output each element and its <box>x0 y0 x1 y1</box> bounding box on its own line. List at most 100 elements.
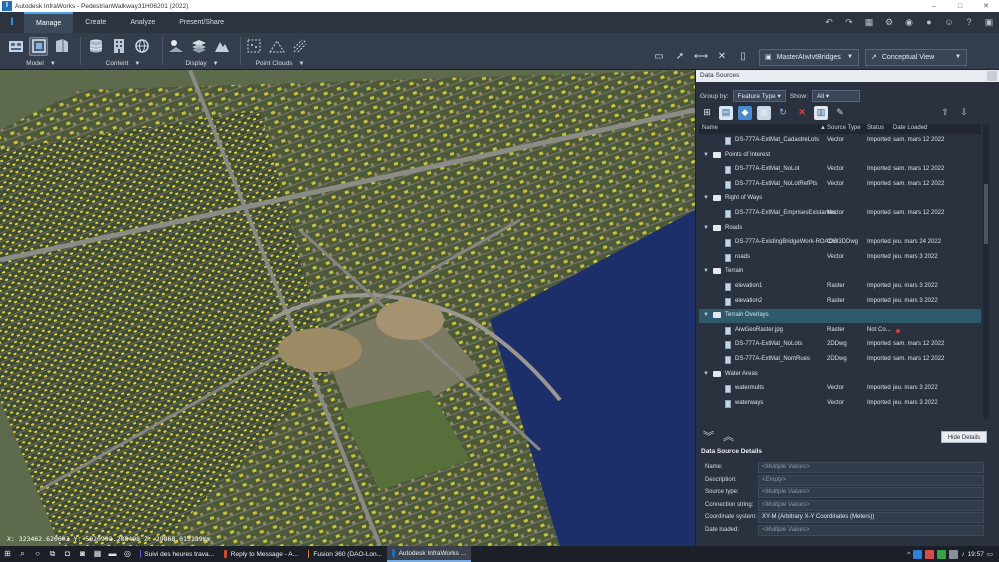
chevron-down-icon[interactable]: ▼ <box>298 61 304 67</box>
tab-present-share[interactable]: Present/Share <box>167 12 236 33</box>
tree-folder-row[interactable]: ▼ Water Areas <box>699 368 981 382</box>
chat-icon[interactable]: ◙ <box>75 546 90 562</box>
collapse-arrow-icon[interactable]: ▼ <box>703 312 709 318</box>
tray-overflow-icon[interactable]: ^ <box>907 551 910 558</box>
user-icon[interactable]: ☺ <box>939 12 959 33</box>
taskbar-app-button[interactable]: Fusion 360 (DAO-Lon... <box>303 546 387 562</box>
select-cursor-icon[interactable]: ➚ <box>671 48 689 66</box>
notifications-icon[interactable]: ▭ <box>987 550 993 558</box>
redo-icon[interactable]: ↷ <box>839 12 859 33</box>
visual-style-dropdown[interactable]: ↗ Conceptual View ▼ <box>865 48 967 66</box>
3d-viewport[interactable] <box>0 70 695 546</box>
windows-start-icon[interactable]: ⊞ <box>0 546 15 562</box>
maximize-button[interactable]: □ <box>947 3 973 10</box>
detail-value-field[interactable]: <Empty> <box>758 474 984 486</box>
help-icon[interactable]: ? <box>959 12 979 33</box>
antivirus-icon[interactable] <box>925 549 935 559</box>
detail-value-field[interactable]: <Multiple Values> <box>758 462 984 473</box>
refresh-icon[interactable]: ↻ <box>776 106 790 120</box>
collapse-arrow-icon[interactable]: ▼ <box>703 195 709 201</box>
properties-icon[interactable]: ▥ <box>814 105 828 120</box>
cortana-icon[interactable]: ○ <box>30 546 45 562</box>
update-icon[interactable] <box>937 549 947 559</box>
file-explorer-icon[interactable]: ▬ <box>105 546 120 562</box>
calculator-icon[interactable]: ▦ <box>90 546 105 562</box>
tree-item-row[interactable]: DS-777A-ExtMat_NoLotRefPts Vector Imported… <box>699 178 981 192</box>
terrain-icon[interactable] <box>212 37 231 56</box>
tab-manage[interactable]: Manage <box>24 12 74 33</box>
chevron-down-icon[interactable]: ▼ <box>50 61 56 67</box>
show-select[interactable]: All ▾ <box>811 90 860 102</box>
time-display[interactable]: 19:57 <box>968 551 984 558</box>
tree-folder-row[interactable]: ▼ Terrain Overlays <box>699 309 981 324</box>
undo-icon[interactable]: ↶ <box>819 12 839 33</box>
tree-item-row[interactable]: roads Vector Imported jeu. mars 3 2022 <box>699 251 981 265</box>
taskbar-app-button[interactable]: Suivi des heures trava... <box>135 546 219 562</box>
taskbar-app-button[interactable]: Reply to Message - A... <box>219 546 303 562</box>
collapse-arrow-icon[interactable]: ▼ <box>703 225 709 231</box>
database-icon[interactable] <box>86 37 105 56</box>
ribbon-group-label-display[interactable]: Display <box>185 60 206 67</box>
tree-folder-row[interactable]: ▼ Roads <box>699 222 981 236</box>
tree-item-row[interactable]: DS-777A-ExtMat_NoLot Vector Imported sam. m… <box>699 163 981 177</box>
tree-folder-row[interactable]: ▼ Points of Interest <box>699 149 981 163</box>
layers-icon[interactable] <box>189 37 208 56</box>
collapse-all-icon[interactable]: ︽ <box>723 428 734 444</box>
layout-icon[interactable]: ▦ <box>859 12 879 33</box>
ribbon-group-label-model[interactable]: Model <box>26 60 44 67</box>
measure-icon[interactable]: ⟷ <box>692 48 710 66</box>
tree-item-row[interactable]: DS-777A-ExtMat_NomRues 2DDwg Imported sam. … <box>699 353 981 367</box>
group-by-select[interactable]: Feature Type ▾ <box>732 90 786 102</box>
point-cloud-select-icon[interactable] <box>244 37 263 56</box>
model-properties-icon[interactable] <box>6 37 25 56</box>
tab-create[interactable]: Create <box>73 12 118 33</box>
teams-icon[interactable]: ◘ <box>60 546 75 562</box>
data-sources-icon[interactable] <box>29 36 48 56</box>
detail-value-field[interactable]: <Multiple Values> <box>758 487 984 498</box>
tree-item-row[interactable]: DS-777A-ExtMat_EmprisesExistantes Vector I… <box>699 207 981 221</box>
tree-item-row[interactable]: waterways Vector Imported jeu. mars 3 2022 <box>699 397 981 411</box>
point-cloud-modeling-icon[interactable] <box>290 37 309 56</box>
column-name[interactable]: Name <box>702 125 718 131</box>
close-button[interactable]: ✕ <box>973 2 999 10</box>
globe-content-icon[interactable] <box>132 37 151 56</box>
volume-icon[interactable]: ♪ <box>961 551 964 558</box>
detail-value-field[interactable]: XY-M (Arbitrary X-Y Coordinates (Meters)… <box>758 512 984 523</box>
detail-value-field[interactable]: <Multiple Values> <box>758 499 984 511</box>
ribbon-group-label-point-clouds[interactable]: Point Clouds <box>256 60 293 67</box>
duplicate-icon[interactable]: ▣ <box>757 105 771 120</box>
hide-details-button[interactable]: Hide Details <box>941 431 987 443</box>
delete-tool-icon[interactable]: ✕ <box>713 48 731 66</box>
sun-shadow-icon[interactable] <box>166 37 185 56</box>
tree-item-row[interactable]: DS-777A-ExtMat_CadastreLots Vector Importe… <box>699 134 981 148</box>
model-generator-icon[interactable]: ◆ <box>738 105 752 120</box>
taskbar-app-button[interactable]: Autodesk InfraWorks ... <box>387 546 471 562</box>
collapse-arrow-icon[interactable]: ▼ <box>703 268 709 274</box>
minimize-button[interactable]: – <box>921 3 947 10</box>
tree-item-row[interactable]: elevation2 Raster Imported jeu. mars 3 2022 <box>699 295 981 309</box>
tree-item-row[interactable]: AiwGeoRaster.jpg Raster Not Co... <box>699 324 981 338</box>
sort-ascending-icon[interactable]: ▲ <box>820 125 826 131</box>
point-cloud-terrain-icon[interactable] <box>267 37 286 56</box>
settings-gear-icon[interactable]: ⚙ <box>879 12 899 33</box>
account-menu-icon[interactable]: ▣ <box>979 12 999 33</box>
tree-folder-row[interactable]: ▼ Terrain <box>699 265 981 279</box>
model-explorer-icon[interactable] <box>52 37 71 56</box>
delete-source-icon[interactable]: ✕ <box>795 106 809 120</box>
tree-item-row[interactable]: DS-777A-ExtMat_NoLots 2DDwg Imported sam. m… <box>699 338 981 352</box>
proposal-dropdown[interactable]: ▣ MasterAIwIvtBridges ▼ <box>759 48 859 66</box>
panel-close-icon[interactable] <box>987 71 997 81</box>
display-monitor-icon[interactable]: ▭ <box>650 48 668 66</box>
community-icon[interactable]: ● <box>919 12 939 33</box>
chevron-down-icon[interactable]: ▼ <box>134 61 140 67</box>
configure-icon[interactable]: ▤ <box>719 105 733 120</box>
ribbon-group-label-content[interactable]: Content <box>106 60 129 67</box>
task-view-icon[interactable]: ⧉ <box>45 546 60 562</box>
bookmark-icon[interactable]: ▯ <box>734 48 752 66</box>
tree-item-row[interactable]: DS-777A-ExistingBridgeWork-ROADS Civil3DD… <box>699 236 981 250</box>
export-icon[interactable]: ⇧ <box>938 106 952 120</box>
column-status[interactable]: Status <box>867 125 884 131</box>
column-date-loaded[interactable]: Date Loaded <box>893 125 927 131</box>
tree-item-row[interactable]: elevation1 Raster Imported jeu. mars 3 2022 <box>699 280 981 294</box>
column-source-type[interactable]: Source Type <box>827 125 861 131</box>
